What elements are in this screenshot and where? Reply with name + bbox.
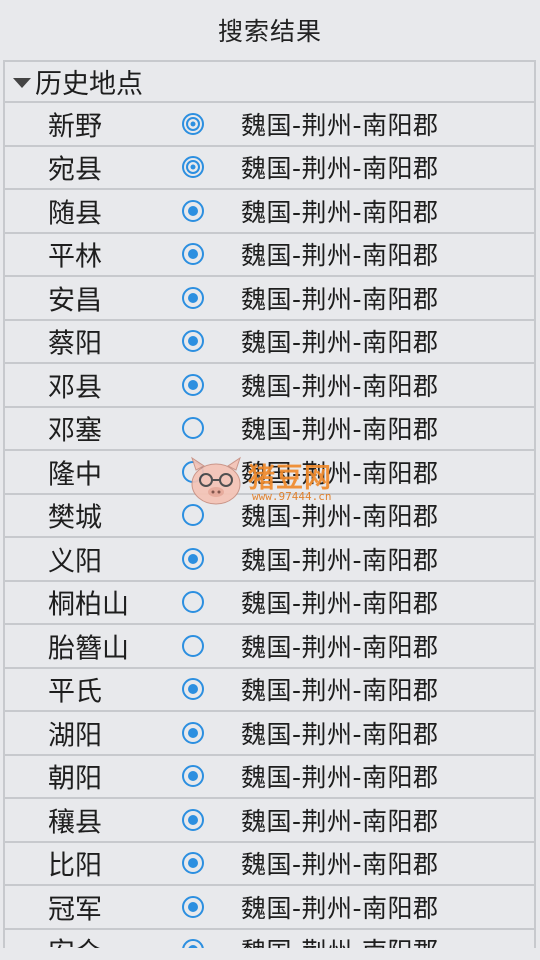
place-name: 随县 [48, 198, 102, 230]
list-item[interactable]: 隆中 魏国-荆州-南阳郡 [5, 451, 534, 495]
radio-empty-icon[interactable] [181, 590, 205, 614]
list-item[interactable]: 邓塞 魏国-荆州-南阳郡 [5, 408, 534, 451]
radio-selected-icon[interactable] [181, 547, 205, 571]
place-name: 宛县 [48, 154, 102, 186]
radio-selected-icon[interactable] [181, 808, 205, 832]
region-path: 魏国-荆州-南阳郡 [241, 676, 439, 706]
place-name: 邓塞 [48, 415, 102, 447]
place-name: 平氏 [48, 676, 102, 708]
place-name: 新野 [48, 111, 102, 143]
list-item[interactable]: 比阳 魏国-荆州-南阳郡 [5, 843, 534, 886]
list-item[interactable]: 朝阳 魏国-荆州-南阳郡 [5, 756, 534, 799]
bottom-strip [0, 948, 540, 960]
region-path: 魏国-荆州-南阳郡 [241, 806, 439, 836]
place-name: 桐柏山 [48, 589, 129, 621]
location-list[interactable]: 新野 魏国-荆州-南阳郡 宛县 魏国-荆州-南阳郡 随县 魏国-荆州-南阳郡 平林 魏国-荆州… [3, 103, 536, 948]
place-name: 樊城 [48, 502, 102, 534]
radio-selected-icon[interactable] [181, 329, 205, 353]
radio-selected-icon[interactable] [181, 199, 205, 223]
region-path: 魏国-荆州-南阳郡 [241, 328, 439, 358]
radio-selected-icon[interactable] [181, 721, 205, 745]
place-name: 朝阳 [48, 763, 102, 795]
target-icon[interactable] [181, 155, 205, 179]
place-name: 义阳 [48, 546, 102, 578]
region-path: 魏国-荆州-南阳郡 [241, 371, 439, 401]
region-path: 魏国-荆州-南阳郡 [241, 632, 439, 662]
radio-selected-icon[interactable] [181, 764, 205, 788]
list-item[interactable]: 蔡阳 魏国-荆州-南阳郡 [5, 321, 534, 364]
region-path: 魏国-荆州-南阳郡 [241, 763, 439, 793]
place-name: 平林 [48, 241, 102, 273]
caret-down-icon [13, 77, 31, 88]
radio-selected-icon[interactable] [181, 851, 205, 875]
region-path: 魏国-荆州-南阳郡 [241, 502, 439, 532]
place-name: 湖阳 [48, 720, 102, 752]
list-item[interactable]: 新野 魏国-荆州-南阳郡 [5, 103, 534, 147]
place-name: 隆中 [48, 459, 102, 491]
region-path: 魏国-荆州-南阳郡 [241, 932, 439, 948]
list-item[interactable]: 桐柏山 魏国-荆州-南阳郡 [5, 582, 534, 625]
radio-empty-icon[interactable] [181, 503, 205, 527]
target-icon[interactable] [181, 112, 205, 136]
list-item[interactable]: 平林 魏国-荆州-南阳郡 [5, 234, 534, 277]
list-item[interactable]: 邓县 魏国-荆州-南阳郡 [5, 364, 534, 408]
section-header-history[interactable]: 历史地点 [3, 60, 536, 103]
place-name: 穰县 [48, 807, 102, 839]
region-path: 魏国-荆州-南阳郡 [241, 850, 439, 880]
region-path: 魏国-荆州-南阳郡 [241, 197, 439, 227]
list-item[interactable]: 樊城 魏国-荆州-南阳郡 [5, 495, 534, 538]
list-item[interactable]: 随县 魏国-荆州-南阳郡 [5, 190, 534, 234]
region-path: 魏国-荆州-南阳郡 [241, 589, 439, 619]
region-path: 魏国-荆州-南阳郡 [241, 241, 439, 271]
region-path: 魏国-荆州-南阳郡 [241, 545, 439, 575]
list-item[interactable]: 平氏 魏国-荆州-南阳郡 [5, 669, 534, 712]
place-name: 邓县 [48, 372, 102, 404]
region-path: 魏国-荆州-南阳郡 [241, 415, 439, 445]
radio-empty-icon[interactable] [181, 634, 205, 658]
list-item[interactable]: 穰县 魏国-荆州-南阳郡 [5, 799, 534, 843]
radio-empty-icon[interactable] [181, 416, 205, 440]
region-path: 魏国-荆州-南阳郡 [241, 284, 439, 314]
list-item[interactable]: 安众 魏国-荆州-南阳郡 [5, 930, 534, 948]
top-bar: 搜索结果 [0, 0, 540, 60]
place-name: 冠军 [48, 894, 102, 926]
list-item[interactable]: 义阳 魏国-荆州-南阳郡 [5, 538, 534, 582]
region-path: 魏国-荆州-南阳郡 [241, 110, 439, 140]
list-item[interactable]: 湖阳 魏国-荆州-南阳郡 [5, 712, 534, 756]
place-name: 胎簪山 [48, 633, 129, 665]
section-title: 历史地点 [35, 69, 143, 100]
radio-selected-icon[interactable] [181, 895, 205, 919]
list-item[interactable]: 安昌 魏国-荆州-南阳郡 [5, 277, 534, 321]
region-path: 魏国-荆州-南阳郡 [241, 719, 439, 749]
place-name: 安众 [48, 931, 102, 948]
page-title: 搜索结果 [217, 17, 322, 46]
region-path: 魏国-荆州-南阳郡 [241, 458, 439, 488]
radio-selected-icon[interactable] [181, 242, 205, 266]
region-path: 魏国-荆州-南阳郡 [241, 893, 439, 923]
region-path: 魏国-荆州-南阳郡 [241, 154, 439, 184]
list-item[interactable]: 冠军 魏国-荆州-南阳郡 [5, 886, 534, 930]
place-name: 蔡阳 [48, 328, 102, 360]
radio-selected-icon[interactable] [181, 373, 205, 397]
place-name: 安昌 [48, 285, 102, 317]
radio-empty-icon[interactable] [181, 460, 205, 484]
list-item[interactable]: 胎簪山 魏国-荆州-南阳郡 [5, 625, 534, 669]
place-name: 比阳 [48, 850, 102, 882]
radio-selected-icon[interactable] [181, 938, 205, 948]
radio-selected-icon[interactable] [181, 677, 205, 701]
radio-selected-icon[interactable] [181, 286, 205, 310]
list-item[interactable]: 宛县 魏国-荆州-南阳郡 [5, 147, 534, 190]
